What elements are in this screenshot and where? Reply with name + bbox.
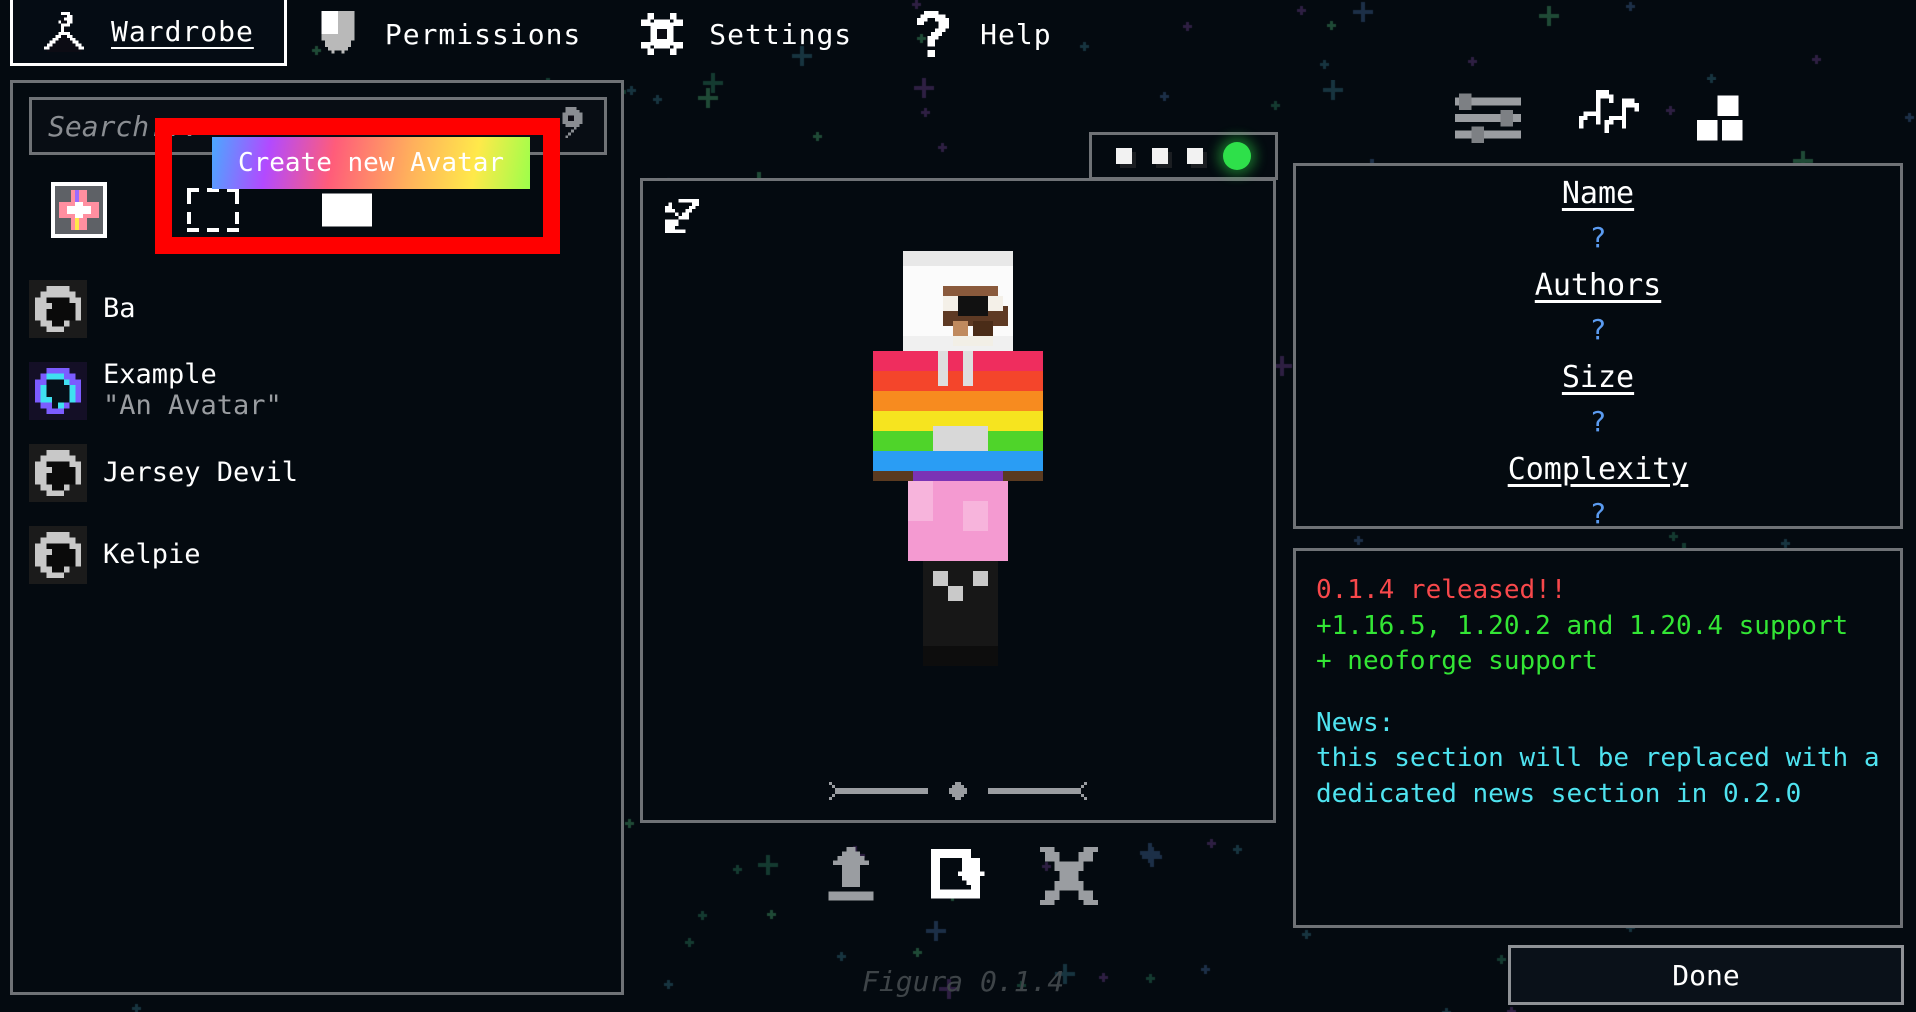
metadata-key: Size — [1561, 360, 1635, 395]
gear-icon — [641, 11, 684, 57]
main-tab-bar: Wardrobe Permissions Settings Help — [0, 0, 1916, 68]
news-line: News: — [1316, 707, 1395, 738]
tab-label-wardrobe: Wardrobe — [111, 15, 254, 48]
list-item-texts: Kelpie — [103, 538, 201, 571]
white-square-icon[interactable] — [319, 182, 375, 238]
metadata-value: ? — [1589, 313, 1607, 346]
news-line: +1.16.5, 1.20.2 and 1.20.4 support — [1316, 610, 1849, 641]
avatar-description: "An Avatar" — [103, 390, 282, 421]
hanger-icon — [43, 9, 85, 55]
blocks-icon[interactable] — [1697, 90, 1759, 146]
status-badge[interactable] — [1089, 132, 1278, 180]
metadata-key: Authors — [1534, 268, 1662, 303]
tab-label-permissions: Permissions — [384, 17, 582, 51]
tab-wardrobe[interactable]: Wardrobe — [10, 0, 287, 66]
status-dot-2 — [1151, 148, 1168, 164]
metadata-entry: Size ? — [1562, 346, 1634, 438]
news-line: dedicated news section in 0.2.0 — [1316, 779, 1802, 810]
dashed-folder-icon[interactable] — [185, 182, 241, 238]
avatar-actions-toolbar — [820, 840, 1100, 912]
avatar-name: Jersey Devil — [103, 456, 299, 488]
avatar-3d-model[interactable] — [643, 181, 1273, 820]
grey-ring-icon — [29, 526, 87, 584]
news-panel: 0.1.4 released!! +1.16.5, 1.20.2 and 1.2… — [1293, 548, 1903, 928]
status-dot-active — [1223, 142, 1252, 170]
avatar-list-panel: Ba Example "An Avatar" — [10, 80, 624, 995]
tab-label-settings: Settings — [709, 17, 853, 51]
metadata-value: ? — [1589, 405, 1607, 438]
rotate-slider-icon[interactable] — [823, 776, 1093, 806]
status-dot-1 — [1115, 148, 1132, 164]
avatar-name: Example — [103, 359, 217, 391]
tab-label-help: Help — [980, 17, 1052, 51]
sliders-icon[interactable] — [1455, 90, 1521, 146]
avatar-name: Kelpie — [103, 538, 201, 570]
grey-ring-icon — [29, 280, 87, 338]
list-item[interactable]: Kelpie — [29, 519, 607, 591]
news-line: + neoforge support — [1316, 646, 1598, 677]
done-button[interactable]: Done — [1508, 945, 1904, 1005]
upload-icon[interactable] — [820, 845, 882, 907]
list-item-texts: Example "An Avatar" — [103, 359, 282, 422]
news-line: this section will be replaced with a — [1316, 743, 1880, 774]
viewer-toolbar — [1455, 88, 1745, 148]
version-label: Figura 0.1.4 — [862, 965, 1065, 998]
reload-icon[interactable] — [929, 845, 991, 907]
list-item[interactable]: Example "An Avatar" — [29, 355, 607, 427]
list-item-texts: Ba — [103, 292, 136, 325]
metadata-value: ? — [1589, 497, 1607, 530]
tooltip-create-new-avatar: Create new Avatar — [212, 137, 530, 189]
metadata-entry: Name ? — [1562, 162, 1634, 254]
status-dot-3 — [1187, 148, 1204, 164]
close-x-icon[interactable] — [1038, 845, 1100, 907]
plus-icon[interactable] — [51, 182, 107, 238]
tab-help[interactable]: Help — [882, 0, 1081, 68]
search-icon[interactable] — [554, 107, 588, 145]
list-item[interactable]: Jersey Devil — [29, 437, 607, 509]
list-item[interactable]: Ba — [29, 273, 607, 345]
metadata-key: Name — [1561, 176, 1635, 211]
question-icon — [912, 11, 954, 57]
metadata-entry: Complexity ? — [1508, 438, 1689, 530]
avatar-preview-panel[interactable] — [640, 178, 1276, 823]
metadata-key: Complexity — [1507, 452, 1689, 487]
music-notes-icon[interactable] — [1579, 90, 1639, 146]
metadata-value: ? — [1589, 221, 1607, 254]
tab-settings[interactable]: Settings — [611, 0, 882, 68]
avatar-name: Ba — [103, 292, 136, 324]
shield-icon — [317, 11, 359, 57]
news-line: 0.1.4 released!! — [1316, 575, 1567, 605]
news-spacer — [1316, 680, 1880, 706]
cyan-ring-icon — [29, 362, 87, 420]
list-item-texts: Jersey Devil — [103, 456, 299, 489]
grey-ring-icon — [29, 444, 87, 502]
tab-permissions[interactable]: Permissions — [287, 0, 611, 68]
avatar-metadata-panel: Name ? Authors ? Size ? Complexity ? — [1293, 162, 1903, 530]
metadata-entry: Authors ? — [1535, 254, 1661, 346]
avatar-list[interactable]: Ba Example "An Avatar" Jersey Devil Kelp… — [29, 273, 607, 978]
